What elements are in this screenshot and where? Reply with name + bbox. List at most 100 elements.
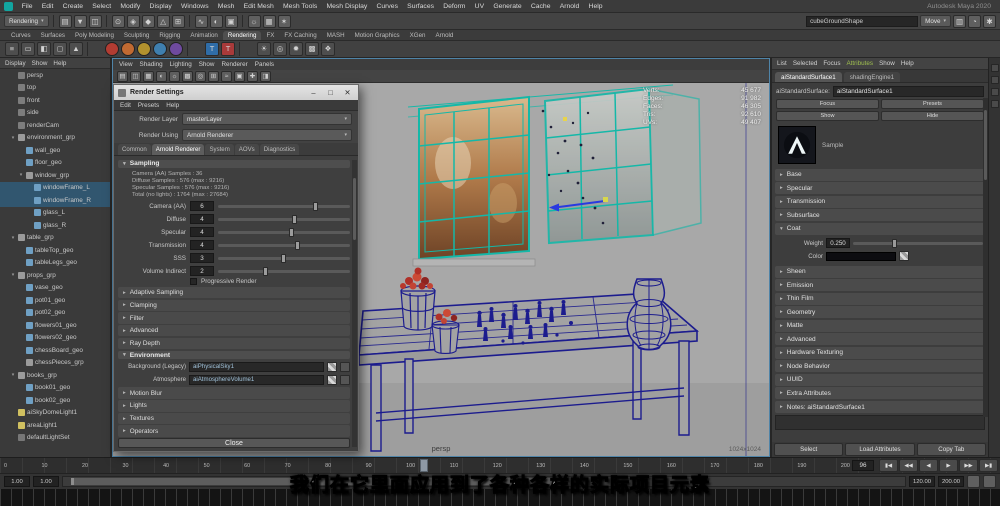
render-settings-tab[interactable]: Common [118,144,151,155]
menu-item[interactable]: Select [88,3,116,10]
channel-box-tab-icon[interactable] [990,64,999,72]
outliner-item[interactable]: ▾ table_grp [0,232,110,245]
statusline-icon[interactable] [188,15,191,27]
statusline-icon[interactable] [105,15,108,27]
outliner-item[interactable]: book01_geo [0,382,110,395]
shelf-tab[interactable]: Arnold [430,31,458,40]
statusline-icon[interactable]: ◫ [88,14,102,28]
render-settings-section-collapsed[interactable]: Lights [118,400,350,412]
viewport-toolbar-icon[interactable]: ▣ [234,70,245,82]
expand-arrow-icon[interactable]: ▾ [10,372,16,378]
menu-item[interactable]: Mesh Display [322,3,372,10]
attribute-section-collapsed[interactable]: Subsurface [775,209,985,221]
viewport-toolbar-icon[interactable]: ◫ [130,70,141,82]
outliner-item[interactable]: glass_R [0,219,110,232]
attribute-section-collapsed[interactable]: Hardware Texturing [775,346,985,359]
outliner-item[interactable]: ▾ books_grp [0,369,110,382]
viewport-toolbar-icon[interactable]: ▦ [143,70,154,82]
node-tab[interactable]: shadingEngine1 [843,72,901,82]
slider-handle[interactable] [262,266,268,276]
viewport-toolbar-icon[interactable]: ≈ [221,70,232,82]
menu-item[interactable]: Deform [439,3,470,10]
attribute-editor-button[interactable]: Hide [881,111,984,121]
menu-item[interactable]: Surfaces [403,3,439,10]
menu-item[interactable]: Arnold [555,3,584,10]
render-settings-section-collapsed[interactable]: Filter [118,312,350,324]
statusline-icon[interactable]: ✱ [983,14,996,28]
color-swatch[interactable] [826,251,896,261]
slider-value-field[interactable]: 4 [190,227,214,238]
slider-track[interactable] [218,266,350,276]
outliner-item[interactable]: pot01_geo [0,294,110,307]
statusline-icon[interactable]: ▣ [224,14,238,28]
scrollbar[interactable] [352,160,357,447]
outliner-item[interactable]: front [0,94,110,107]
shelf-tool-icon[interactable] [169,42,183,56]
viewport-toolbar-icon[interactable]: ▤ [117,70,128,82]
outliner-item[interactable]: tableTop_geo [0,244,110,257]
node-name-field[interactable]: aiStandardSurface1 [832,86,984,97]
outliner-item[interactable]: wall_geo [0,144,110,157]
shelf-tab[interactable]: Poly Modeling [70,31,119,40]
statusline-icon[interactable]: ◔ [968,14,981,28]
attribute-editor-menu[interactable]: List [777,60,787,67]
close-dialog-button[interactable]: Close [118,438,350,448]
slider-handle[interactable] [294,240,300,250]
shelf-tab[interactable]: Surfaces [36,31,70,40]
menu-item[interactable]: Cache [526,3,555,10]
shelf-tool-icon[interactable] [153,42,167,56]
attribute-section-collapsed[interactable]: Specular [775,182,985,194]
shelf-tool-icon[interactable] [137,42,151,56]
anim-start-field[interactable]: 1.00 [4,476,30,487]
attribute-editor-button[interactable]: Focus [776,99,879,109]
material-swatch[interactable] [778,126,816,164]
statusline-icon[interactable]: ◐ [209,14,223,28]
attribute-editor-button[interactable]: Presets [881,99,984,109]
slider-value-field[interactable]: 4 [190,240,214,251]
playback-start-field[interactable]: 1.00 [33,476,59,487]
outliner-item[interactable]: windowFrame_L [0,181,110,194]
texture-field[interactable]: aiAtmosphereVolume1 [189,374,324,385]
tool-dropdown[interactable]: Move [920,15,951,27]
viewport-toolbar-icon[interactable]: ✚ [247,70,258,82]
menu-item[interactable]: Edit [37,3,58,10]
shelf-tab[interactable]: Curves [6,31,36,40]
slider-handle[interactable] [289,227,295,237]
modeling-toolkit-tab-icon[interactable] [990,100,999,108]
attribute-section-collapsed[interactable]: Emission [775,279,985,291]
statusline-icon[interactable]: ◆ [141,14,155,28]
statusline-icon[interactable]: ▼ [73,14,87,28]
shelf-tool-icon[interactable]: ▲ [69,42,83,56]
attribute-section-collapsed[interactable]: Node Behavior [775,360,985,372]
panel-menu[interactable]: Show [199,61,215,68]
texture-checker-button[interactable] [327,374,337,385]
statusline-icon[interactable]: ▦ [262,14,276,28]
render-layer-dropdown[interactable]: masterLayer [182,113,352,125]
playback-end-field[interactable]: 120.00 [909,476,935,487]
outliner-item[interactable]: glass_L [0,207,110,220]
shelf-tool-icon[interactable] [187,42,201,56]
outliner-item[interactable]: side [0,107,110,120]
shelf-tool-icon[interactable]: ✹ [289,42,303,56]
menu-set-dropdown[interactable]: Rendering [4,15,49,27]
attribute-editor-footer-button[interactable]: Copy Tab [916,443,986,456]
connection-button[interactable] [340,361,350,372]
slider-track[interactable] [218,214,350,224]
menu-item[interactable]: Generate [489,3,527,10]
slider-handle[interactable] [313,201,319,211]
outliner-item[interactable]: top [0,82,110,95]
shelf-tab[interactable]: Sculpting [119,31,154,40]
shelf-tool-icon[interactable] [87,42,101,56]
menu-item[interactable]: File [17,3,37,10]
shelf-tab[interactable]: Rigging [154,31,185,40]
current-frame-field[interactable]: 96 [852,460,874,471]
menu-item[interactable]: Edit Mesh [239,3,278,10]
playback-button[interactable]: ▮◀ [879,459,898,472]
shelf-tool-icon[interactable]: ◻ [53,42,67,56]
menu-item[interactable]: Curves [372,3,403,10]
progressive-render-checkbox[interactable] [190,278,197,286]
outliner-menu[interactable]: Help [53,60,66,67]
menu-item[interactable]: UV [470,3,489,10]
viewport-toolbar-icon[interactable]: ◎ [195,70,206,82]
shelf-tab[interactable]: XGen [405,31,431,40]
